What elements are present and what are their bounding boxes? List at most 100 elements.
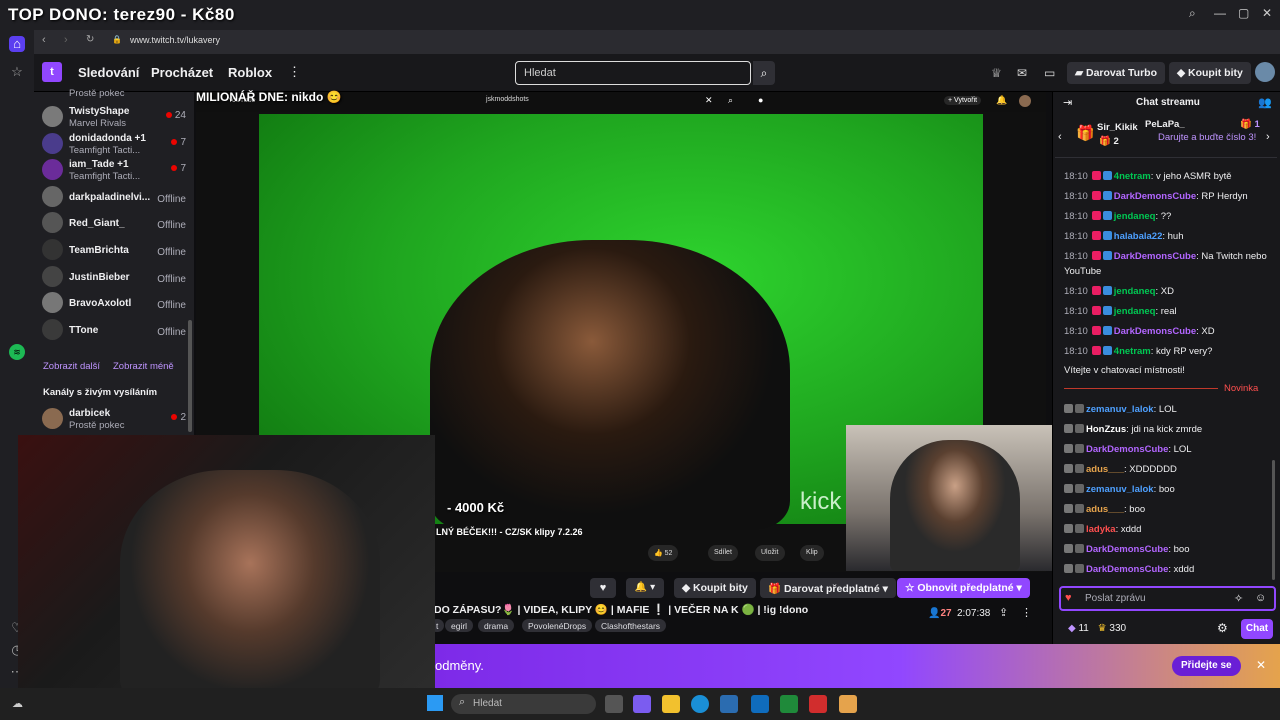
- promo-join-button[interactable]: Přidejte se: [1172, 656, 1241, 676]
- sidebar-channel-item[interactable]: BravoAxolotl Offline: [42, 290, 190, 316]
- show-more-link[interactable]: Zobrazit další: [43, 361, 100, 372]
- spotify-icon[interactable]: ≋: [9, 344, 25, 360]
- nav-browse[interactable]: Procházet: [151, 65, 213, 80]
- gift-sub-button[interactable]: 🎁 Darovat předplatné ▾: [760, 578, 896, 598]
- message-username[interactable]: zemanuv_lalok: [1086, 484, 1154, 495]
- message-username[interactable]: 4netram: [1114, 346, 1151, 357]
- follow-heart-icon[interactable]: ♥: [590, 578, 616, 598]
- message-username[interactable]: DarkDemonsCube: [1086, 444, 1168, 455]
- more-menu-icon[interactable]: ⋮: [288, 64, 301, 80]
- sidebar-channel-item[interactable]: TeamBrichta Offline: [42, 237, 190, 263]
- collapse-chat-icon[interactable]: ⇥: [1063, 96, 1072, 109]
- message-username[interactable]: jendaneq: [1114, 306, 1156, 317]
- viewer-count-value: 27: [940, 608, 952, 619]
- opera-icon[interactable]: [809, 695, 827, 713]
- search-icon[interactable]: ⌕: [1189, 6, 1196, 21]
- chat-settings-icon[interactable]: ⚙: [1217, 621, 1228, 635]
- home-icon[interactable]: ⌂: [9, 36, 25, 52]
- gift-turbo-button[interactable]: ▰ Darovat Turbo: [1067, 62, 1165, 84]
- message-username[interactable]: HonZzus: [1086, 424, 1126, 435]
- badge-icon: [1091, 346, 1101, 355]
- sidebar-channel-item[interactable]: JustinBieber Offline: [42, 264, 190, 290]
- crown-icon[interactable]: ♕: [991, 66, 1002, 80]
- sidebar-channel-item[interactable]: donidadonda +1 Teamfight Tacti... 7: [42, 131, 190, 157]
- message-username[interactable]: DarkDemonsCube: [1114, 191, 1196, 202]
- stream-tag[interactable]: drama: [478, 619, 515, 632]
- message-username[interactable]: DarkDemonsCube: [1086, 564, 1168, 575]
- sidebar-channel-item[interactable]: iam_Tade +1 Teamfight Tacti... 7: [42, 157, 190, 183]
- bits-cheer-icon[interactable]: ✧: [1234, 592, 1243, 605]
- chat-message: zemanuv_lalok: LOL: [1064, 402, 1276, 417]
- store-icon[interactable]: [720, 695, 738, 713]
- task-view-icon[interactable]: [605, 695, 623, 713]
- search-input[interactable]: Hledat: [515, 61, 751, 85]
- message-username[interactable]: DarkDemonsCube: [1114, 251, 1196, 262]
- channel-avatar: [42, 318, 63, 340]
- stream-tag[interactable]: egirl: [445, 619, 474, 632]
- forward-icon[interactable]: ›: [64, 34, 68, 46]
- message-username[interactable]: DarkDemonsCube: [1086, 544, 1168, 555]
- search-button-icon[interactable]: ⌕: [753, 61, 775, 85]
- file-explorer-icon[interactable]: [662, 695, 680, 713]
- show-less-link[interactable]: Zobrazit méně: [113, 361, 174, 372]
- reload-icon[interactable]: ↻: [86, 34, 94, 45]
- badge-icon: [1064, 544, 1073, 553]
- message-username[interactable]: DarkDemonsCube: [1114, 326, 1196, 337]
- user-avatar[interactable]: [1255, 62, 1275, 82]
- message-username[interactable]: 4netram: [1114, 171, 1151, 182]
- live-channel-item[interactable]: darbicek Prostě pokec 2: [42, 406, 190, 432]
- message-username[interactable]: adus___: [1086, 504, 1124, 515]
- buy-bits-button[interactable]: ◆ Koupit bity: [1169, 62, 1251, 84]
- channel-status: 7: [171, 163, 186, 174]
- sidebar-scrollbar[interactable]: [188, 320, 192, 432]
- taskbar-search[interactable]: Hledat: [451, 694, 596, 714]
- message-username[interactable]: jendaneq: [1114, 211, 1156, 222]
- chat-heart-icon[interactable]: ♥: [1065, 592, 1072, 604]
- message-username[interactable]: jendaneq: [1114, 286, 1156, 297]
- back-icon[interactable]: ‹: [42, 34, 46, 46]
- emote-icon[interactable]: ☺: [1255, 592, 1266, 604]
- windows-start-icon[interactable]: [427, 695, 443, 711]
- chat-input[interactable]: Poslat zprávu: [1059, 586, 1276, 611]
- promo-close-icon[interactable]: ✕: [1256, 658, 1266, 672]
- maximize-icon[interactable]: ▢: [1238, 6, 1249, 20]
- taskbar-search-icon: ⌕: [459, 696, 466, 708]
- stream-tag[interactable]: PovolenéDrops: [522, 619, 593, 632]
- inbox-icon[interactable]: ✉: [1017, 66, 1027, 80]
- message-username[interactable]: ladyka: [1086, 524, 1116, 535]
- chat-scrollbar[interactable]: [1272, 460, 1275, 580]
- notification-bell-icon[interactable]: 🔔 ▾: [626, 578, 664, 598]
- sidebar-channel-item[interactable]: TTone Offline: [42, 317, 190, 343]
- edge-icon[interactable]: [691, 695, 709, 713]
- weather-icon[interactable]: ☁: [12, 697, 23, 710]
- message-username[interactable]: adus___: [1086, 464, 1124, 475]
- share-icon[interactable]: ⇪: [999, 606, 1008, 619]
- app-icon[interactable]: [839, 695, 857, 713]
- nav-following[interactable]: Sledování: [78, 65, 139, 80]
- chevron-right-icon[interactable]: ›: [1266, 131, 1270, 143]
- sidebar-channel-item[interactable]: Red_Giant_ Offline: [42, 210, 190, 236]
- buy-bits-stream-button[interactable]: ◆ Koupit bity: [674, 578, 756, 598]
- sidebar-channel-item[interactable]: darkpaladinelvi... Offline: [42, 184, 190, 210]
- renew-sub-button[interactable]: ☆ Obnovit předplatné ▾: [897, 578, 1030, 598]
- badge-icon: [1091, 171, 1101, 180]
- chat-send-button[interactable]: Chat: [1241, 619, 1273, 639]
- chevron-left-icon[interactable]: ‹: [1058, 131, 1062, 143]
- channel-points[interactable]: ◆ 11 ♛ 330: [1068, 623, 1126, 634]
- users-icon[interactable]: 👥: [1258, 96, 1272, 109]
- copilot-icon[interactable]: [633, 695, 651, 713]
- message-username[interactable]: zemanuv_lalok: [1086, 404, 1154, 415]
- app-b-icon[interactable]: [780, 695, 798, 713]
- twitch-logo-icon[interactable]: t: [42, 62, 62, 82]
- sidebar-channel-item[interactable]: TwistyShape Marvel Rivals 24: [42, 104, 190, 130]
- url-field[interactable]: www.twitch.tv/lukavery: [130, 35, 220, 45]
- nav-roblox[interactable]: Roblox: [228, 65, 272, 80]
- star-icon[interactable]: ☆: [9, 64, 25, 80]
- message-username[interactable]: halabala22: [1114, 231, 1163, 242]
- outlook-icon[interactable]: [751, 695, 769, 713]
- minimize-icon[interactable]: —: [1214, 6, 1226, 20]
- stream-tag[interactable]: Clashofthestars: [595, 619, 667, 632]
- notifications-icon[interactable]: ▭: [1044, 66, 1055, 80]
- close-icon[interactable]: ✕: [1262, 6, 1272, 20]
- more-options-icon[interactable]: ⋮: [1021, 606, 1032, 619]
